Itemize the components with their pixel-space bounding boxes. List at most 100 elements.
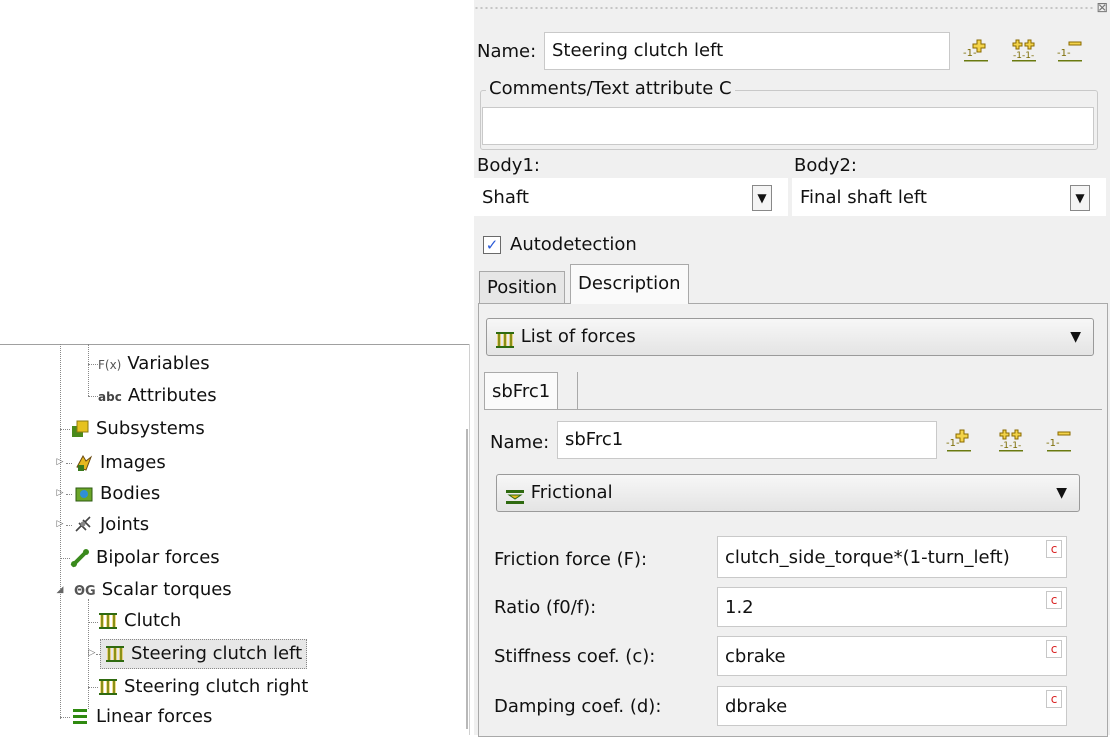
expand-arrow-icon[interactable]: ▷ [87,648,97,658]
tree-item-label: Clutch [124,610,182,631]
tab-sbfrc1[interactable]: sbFrc1 [484,372,559,410]
tree-item-label: Subsystems [96,418,205,439]
ratio-label: Ratio (f0/f): [494,597,597,618]
expression-c-button[interactable]: c [1046,690,1062,708]
add-multiple-elements-button[interactable]: -1-1- [997,426,1025,454]
expression-c-button[interactable]: c [1046,640,1062,658]
tree-item-bipolar-forces[interactable]: Bipolar forces [70,543,220,573]
body1-select[interactable]: Shaft [474,178,788,216]
body2-label: Body2: [794,155,857,176]
list-of-forces-select[interactable]: List of forces ▼ [486,318,1094,356]
scalar-torques-icon: ΘG [74,584,96,599]
force-element-icon [105,644,125,664]
variables-fx-icon: F(x) [98,358,122,372]
subtab-divider [577,372,578,410]
bipolar-forces-icon [70,548,90,568]
tree-item-label: Images [100,452,166,473]
tree-item-bodies[interactable]: Bodies [74,479,160,509]
tree-item-label: Steering clutch left [131,643,303,664]
expand-arrow-icon[interactable]: ▷ [55,457,65,467]
damping-field[interactable]: dbrake c [717,686,1067,726]
tree-item-variables[interactable]: F(x) Variables [98,349,210,379]
tree-item-images[interactable]: Images [74,448,166,478]
name-label: Name: [477,41,537,62]
stiffness-field[interactable]: cbrake c [717,636,1067,676]
force-type-select[interactable]: Frictional ▼ [496,474,1080,512]
dropdown-arrow-icon: ▼ [1070,329,1081,345]
tree-line [88,364,98,365]
tree-scrollbar[interactable] [466,429,468,729]
comments-field[interactable] [482,107,1094,145]
tree-item-label: Joints [100,514,150,535]
element-name-label: Name: [490,432,550,453]
body2-dropdown-icon[interactable]: ▼ [1070,185,1090,211]
frictional-icon [505,483,525,504]
svg-text:-1-: -1- [946,438,960,449]
tree-item-joints[interactable]: Joints [74,510,149,540]
tree-line [88,687,98,688]
friction-force-field[interactable]: clutch_side_torque*(1-turn_left) c [717,536,1067,578]
svg-text:-1-1-: -1-1- [1000,441,1021,451]
close-icon[interactable]: ⊠ [1096,0,1108,16]
tree-item-clutch[interactable]: Clutch [98,606,181,636]
tree-item-steering-clutch-right[interactable]: Steering clutch right [98,672,308,702]
linear-forces-icon [70,707,90,727]
images-icon [74,453,94,473]
svg-text:-1-: -1- [1046,438,1060,449]
collapse-arrow-icon[interactable]: ◢ [55,585,65,595]
tab-position[interactable]: Position [479,271,566,303]
tree-item-label: Linear forces [96,706,213,727]
tree-right-border [469,344,470,735]
tree-item-attributes[interactable]: abc Attributes [98,381,217,411]
remove-element-button[interactable]: -1- [1045,426,1073,454]
ratio-field[interactable]: 1.2 c [717,587,1067,627]
tree-item-label: Scalar torques [101,579,232,600]
friction-force-label: Friction force (F): [494,549,648,570]
model-tree: F(x) Variables abc Attributes Subsystems ▷… [0,344,470,735]
tree-item-steering-clutch-left[interactable]: Steering clutch left [100,639,308,669]
expand-arrow-icon[interactable]: ▷ [55,519,65,529]
autodetection-label: Autodetection [510,234,637,255]
panel-grip[interactable] [474,7,1094,9]
joints-icon [74,515,94,535]
body2-select[interactable]: Final shaft left [792,178,1106,216]
tree-line [60,344,61,719]
tree-item-label: Steering clutch right [124,676,309,697]
tree-item-scalar-torques[interactable]: ΘG Scalar torques [74,575,232,605]
add-element-button[interactable]: -1- [962,36,990,64]
tree-item-label: Attributes [127,385,217,406]
body1-value: Shaft [482,187,529,208]
expression-c-button[interactable]: c [1046,540,1062,558]
expand-arrow-icon[interactable]: ▷ [55,488,65,498]
name-field[interactable]: Steering clutch left [544,32,950,70]
tab-description[interactable]: Description [570,264,689,304]
tree-item-subsystems[interactable]: Subsystems [70,414,205,444]
add-element-button[interactable]: -1- [945,426,973,454]
tree-item-linear-forces[interactable]: Linear forces [70,702,212,732]
tree-line [88,344,89,396]
autodetection-checkbox[interactable]: ✓ [483,236,501,254]
tree-line [66,494,72,495]
attributes-abc-icon: abc [98,390,122,404]
tree-top-border [0,344,470,345]
dropdown-arrow-icon: ▼ [1056,485,1067,501]
description-tab-pane: List of forces ▼ sbFrc1 Name: sbFrc1 -1-… [478,303,1108,737]
remove-element-button[interactable]: -1- [1056,36,1084,64]
friction-force-value: clutch_side_torque*(1-turn_left) [725,547,1010,568]
svg-text:-1-1-: -1-1- [1013,51,1034,61]
damping-label: Damping coef. (d): [494,696,662,717]
list-of-forces-value: List of forces [520,326,636,347]
ratio-value: 1.2 [725,597,754,618]
force-element-icon [98,611,118,631]
comments-label: Comments/Text attribute C [486,78,735,99]
tree-item-label: Bipolar forces [96,547,220,568]
tree-line [66,463,72,464]
body2-value: Final shaft left [800,187,927,208]
body1-dropdown-icon[interactable]: ▼ [752,185,772,211]
element-name-field[interactable]: sbFrc1 [557,421,937,459]
bodies-icon [74,484,94,504]
expression-c-button[interactable]: c [1046,591,1062,609]
add-multiple-elements-button[interactable]: -1-1- [1010,36,1038,64]
tree-item-label: Bodies [100,483,161,504]
stiffness-value: cbrake [725,646,786,667]
